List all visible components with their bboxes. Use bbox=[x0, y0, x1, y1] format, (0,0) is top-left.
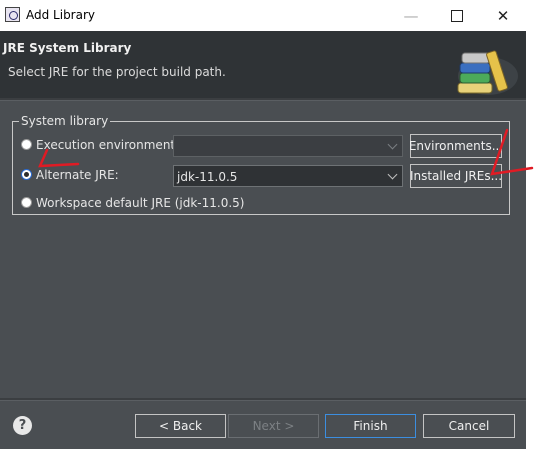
environments-button[interactable]: Environments... bbox=[409, 134, 503, 158]
back-button[interactable]: < Back bbox=[135, 414, 226, 438]
cancel-button[interactable]: Cancel bbox=[423, 414, 515, 438]
minimize-button[interactable]: — bbox=[388, 0, 434, 31]
group-legend: System library bbox=[19, 114, 111, 128]
maximize-icon bbox=[451, 9, 463, 22]
eclipse-app-icon bbox=[5, 7, 20, 22]
alternate-jre-combo[interactable]: jdk-11.0.5 bbox=[173, 165, 403, 187]
banner-description: Select JRE for the project build path. bbox=[8, 65, 226, 79]
installed-jres-button[interactable]: Installed JREs... bbox=[410, 164, 502, 188]
minimize-icon: — bbox=[403, 6, 419, 25]
maximize-button[interactable] bbox=[434, 0, 480, 31]
execution-environment-combo bbox=[173, 135, 403, 157]
library-books-icon bbox=[457, 50, 518, 95]
execution-environment-row: Execution environment: Environments... bbox=[13, 134, 509, 158]
chevron-down-icon[interactable] bbox=[382, 166, 402, 186]
next-button: Next > bbox=[228, 414, 319, 438]
help-icon[interactable]: ? bbox=[13, 416, 32, 435]
close-button[interactable]: ✕ bbox=[480, 0, 526, 31]
close-icon: ✕ bbox=[496, 6, 510, 25]
alternate-jre-row: Alternate JRE: jdk-11.0.5 Installed JREs… bbox=[13, 164, 509, 188]
alternate-jre-radio[interactable] bbox=[21, 169, 32, 180]
execution-environment-label[interactable]: Execution environment: bbox=[36, 138, 179, 152]
banner-title: JRE System Library bbox=[3, 41, 132, 55]
alternate-jre-label[interactable]: Alternate JRE: bbox=[36, 168, 119, 182]
workspace-default-row: Workspace default JRE (jdk-11.0.5) bbox=[13, 193, 509, 213]
banner-separator bbox=[0, 98, 526, 101]
finish-button[interactable]: Finish bbox=[325, 414, 416, 438]
workspace-default-radio[interactable] bbox=[21, 197, 32, 208]
alternate-jre-value: jdk-11.0.5 bbox=[177, 170, 238, 184]
chevron-down-icon bbox=[382, 136, 402, 156]
add-library-dialog: Add Library — ✕ JRE System Library Selec… bbox=[0, 0, 526, 449]
title-bar: Add Library — ✕ bbox=[0, 0, 526, 31]
window-title: Add Library bbox=[26, 8, 96, 22]
workspace-default-label[interactable]: Workspace default JRE (jdk-11.0.5) bbox=[36, 196, 244, 210]
wizard-banner: JRE System Library Select JRE for the pr… bbox=[0, 31, 526, 98]
system-library-group: System library Execution environment: En… bbox=[12, 114, 510, 215]
footer-separator bbox=[0, 398, 526, 401]
execution-environment-radio[interactable] bbox=[21, 139, 32, 150]
